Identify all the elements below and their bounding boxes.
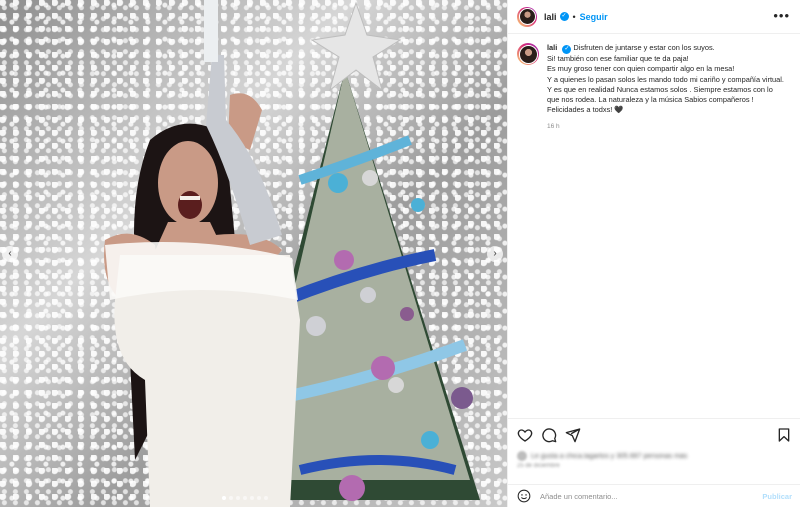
post-photo[interactable]: ‹ › xyxy=(0,0,507,507)
caption-line: Si! también con ese familiar que te da p… xyxy=(547,54,689,63)
verified-icon: ✓ xyxy=(559,12,569,21)
carousel-dot xyxy=(257,496,261,500)
carousel-dot xyxy=(243,496,247,500)
chevron-left-icon[interactable]: ‹ xyxy=(2,246,18,262)
carousel-dot xyxy=(222,496,226,500)
post-header: lali ✓ • Seguir ••• xyxy=(508,0,800,34)
instagram-post: ‹ › lali ✓ • Seguir ••• lali ✓ Disfruten… xyxy=(0,0,800,507)
avatar[interactable] xyxy=(517,43,539,65)
caption-line: Es muy groso tener con quien compartir a… xyxy=(547,64,735,74)
liker-avatar xyxy=(517,451,527,461)
caption: lali ✓ Disfruten de juntarse y estar con… xyxy=(547,43,785,132)
carousel-dot xyxy=(236,496,240,500)
caption-username[interactable]: lali xyxy=(547,43,557,52)
comment-input[interactable] xyxy=(540,491,740,501)
post-timestamp[interactable]: 16 h xyxy=(547,122,785,132)
bookmark-icon[interactable] xyxy=(776,427,792,443)
publish-button[interactable]: Publicar xyxy=(762,492,792,501)
emoji-icon[interactable] xyxy=(517,489,531,503)
likes-summary[interactable]: Le gusta a chica.lagartos y 305.687 pers… xyxy=(517,451,687,461)
photo-scene xyxy=(104,0,480,507)
carousel-dot xyxy=(229,496,233,500)
carousel-dot xyxy=(264,496,268,500)
heart-icon[interactable] xyxy=(517,427,533,443)
likes-text: Le gusta a chica.lagartos y 305.687 pers… xyxy=(531,452,688,460)
post-date: 25 de diciembre xyxy=(517,463,560,469)
caption-block: lali ✓ Disfruten de juntarse y estar con… xyxy=(508,34,800,132)
comment-bar: Publicar xyxy=(508,484,800,507)
caption-line: Felicidades a todxs! 🖤 xyxy=(547,105,624,115)
action-bar xyxy=(508,418,800,451)
more-icon[interactable]: ••• xyxy=(773,8,790,24)
chevron-right-icon[interactable]: › xyxy=(487,246,503,262)
avatar[interactable] xyxy=(517,6,537,27)
avatar-image xyxy=(518,8,536,25)
caption-line: Y a quienes lo pasan solos les mando tod… xyxy=(547,74,784,105)
carousel-dot xyxy=(250,496,254,500)
separator-dot: • xyxy=(572,11,576,22)
verified-icon: ✓ xyxy=(562,45,572,54)
share-icon[interactable] xyxy=(565,427,581,443)
carousel-indicator xyxy=(222,496,268,500)
caption-line: Disfruten de juntarse y estar con los su… xyxy=(573,43,715,52)
username-link[interactable]: lali xyxy=(544,12,557,22)
post-side-panel: lali ✓ • Seguir ••• lali ✓ Disfruten de … xyxy=(507,0,800,507)
comment-icon[interactable] xyxy=(541,427,557,443)
avatar-image xyxy=(518,44,538,64)
follow-button[interactable]: Seguir xyxy=(580,12,608,22)
